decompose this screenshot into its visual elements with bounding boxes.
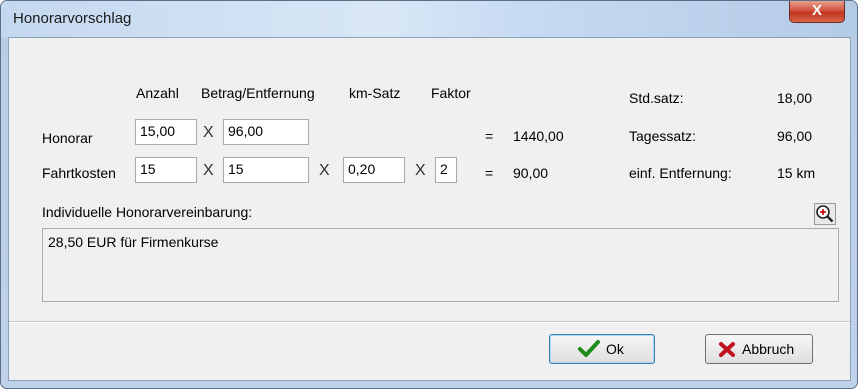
entfernung-label: einf. Entfernung:	[629, 165, 732, 181]
fahrtkosten-result: 90,00	[513, 165, 549, 181]
zoom-in-icon[interactable]	[814, 203, 836, 225]
close-button[interactable]: X	[789, 1, 845, 23]
individuell-textarea[interactable]: 28,50 EUR für Firmenkurse	[42, 228, 839, 302]
individuell-label: Individuelle Honorarvereinbarung:	[42, 204, 253, 220]
honorar-anzahl-input[interactable]: 15,00	[135, 119, 197, 145]
ok-label: Ok	[606, 341, 624, 357]
separator	[9, 321, 850, 323]
close-icon: X	[811, 2, 822, 19]
fahrtkosten-faktor-input[interactable]: 2	[435, 157, 457, 183]
window-title: Honorarvorschlag	[13, 10, 132, 27]
tagessatz-label: Tagessatz:	[629, 128, 696, 144]
red-x-icon	[719, 342, 735, 357]
fahrtkosten-betrag-input[interactable]: 15	[223, 157, 309, 183]
equals-sign: =	[485, 128, 494, 144]
col-faktor: Faktor	[431, 85, 471, 101]
fahrtkosten-label: Fahrtkosten	[42, 165, 116, 181]
std-satz-value: 18,00	[777, 90, 813, 106]
multiply-sign: X	[203, 124, 214, 141]
dialog-body: Anzahl Betrag/Entfernung km-Satz Faktor …	[8, 37, 851, 381]
col-anzahl: Anzahl	[136, 85, 179, 101]
honorar-label: Honorar	[42, 130, 93, 146]
fahrtkosten-km-satz-input[interactable]: 0,20	[343, 157, 405, 183]
std-satz-label: Std.satz:	[629, 90, 684, 106]
multiply-sign: X	[319, 162, 330, 179]
col-km-satz: km-Satz	[349, 85, 401, 101]
fahrtkosten-anzahl-input[interactable]: 15	[135, 157, 197, 183]
dialog-window: Honorarvorschlag X Anzahl Betrag/Entfern…	[0, 0, 858, 389]
multiply-sign: X	[203, 162, 214, 179]
tagessatz-value: 96,00	[777, 128, 813, 144]
equals-sign: =	[485, 165, 494, 181]
checkmark-icon	[578, 340, 600, 357]
honorar-betrag-input[interactable]: 96,00	[223, 119, 309, 145]
entfernung-value: 15 km	[777, 165, 816, 181]
title-bar: Honorarvorschlag X	[1, 1, 857, 37]
col-betrag: Betrag/Entfernung	[201, 85, 315, 101]
multiply-sign: X	[415, 162, 426, 179]
honorar-result: 1440,00	[513, 128, 564, 144]
abbruch-label: Abbruch	[742, 341, 795, 357]
ok-button[interactable]: Ok	[549, 334, 655, 364]
abbruch-button[interactable]: Abbruch	[705, 334, 813, 364]
